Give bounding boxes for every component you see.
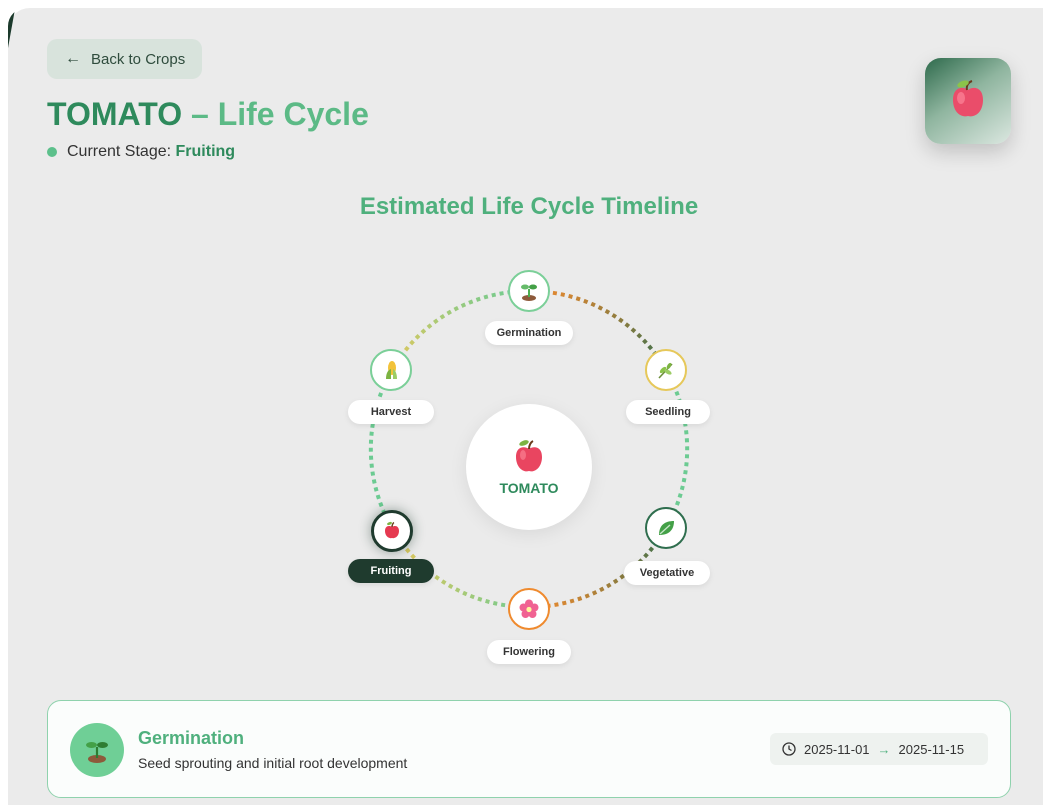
date-range-chip: 2025-11-01 → 2025-11-15 — [770, 733, 988, 765]
stage-node-harvest[interactable] — [370, 349, 412, 391]
seedling-leaves-icon — [658, 362, 673, 379]
sprout-icon — [86, 742, 108, 763]
stage-node-seedling[interactable] — [645, 349, 687, 391]
stage-node-vegetative[interactable] — [645, 507, 687, 549]
date-start: 2025-11-01 — [804, 741, 870, 757]
clock-icon — [782, 742, 796, 756]
detail-stage-description: Seed sprouting and initial root developm… — [138, 755, 408, 771]
stage-label-vegetative[interactable]: Vegetative — [624, 561, 710, 585]
corn-icon — [386, 361, 397, 379]
apple-icon — [516, 440, 542, 472]
life-cycle-ring — [368, 288, 690, 610]
stage-node-flowering[interactable] — [508, 588, 550, 630]
apple-icon — [385, 521, 399, 539]
stage-node-germination[interactable] — [508, 270, 550, 312]
date-end: 2025-11-15 — [898, 741, 965, 757]
arc-seedling-vegetative — [664, 369, 690, 529]
stage-node-fruiting[interactable] — [371, 510, 413, 552]
stage-label-seedling[interactable]: Seedling — [626, 400, 710, 424]
detail-stage-icon — [70, 723, 124, 777]
sprout-icon — [521, 284, 537, 301]
arc-fruiting-harvest — [368, 369, 394, 529]
center-crop-circle: TOMATO — [466, 404, 592, 530]
center-crop-name: TOMATO — [499, 480, 559, 496]
blossom-icon — [519, 599, 539, 618]
leaf-icon — [659, 521, 674, 535]
detail-stage-title: Germination — [138, 728, 245, 748]
stage-label-germination[interactable]: Germination — [485, 321, 573, 345]
stage-label-harvest[interactable]: Harvest — [348, 400, 434, 424]
date-arrow: → — [877, 741, 891, 757]
stage-label-flowering[interactable]: Flowering — [487, 640, 571, 664]
stage-label-fruiting[interactable]: Fruiting — [348, 559, 434, 583]
stage-detail-card: Germination Seed sprouting and initial r… — [47, 700, 1011, 798]
